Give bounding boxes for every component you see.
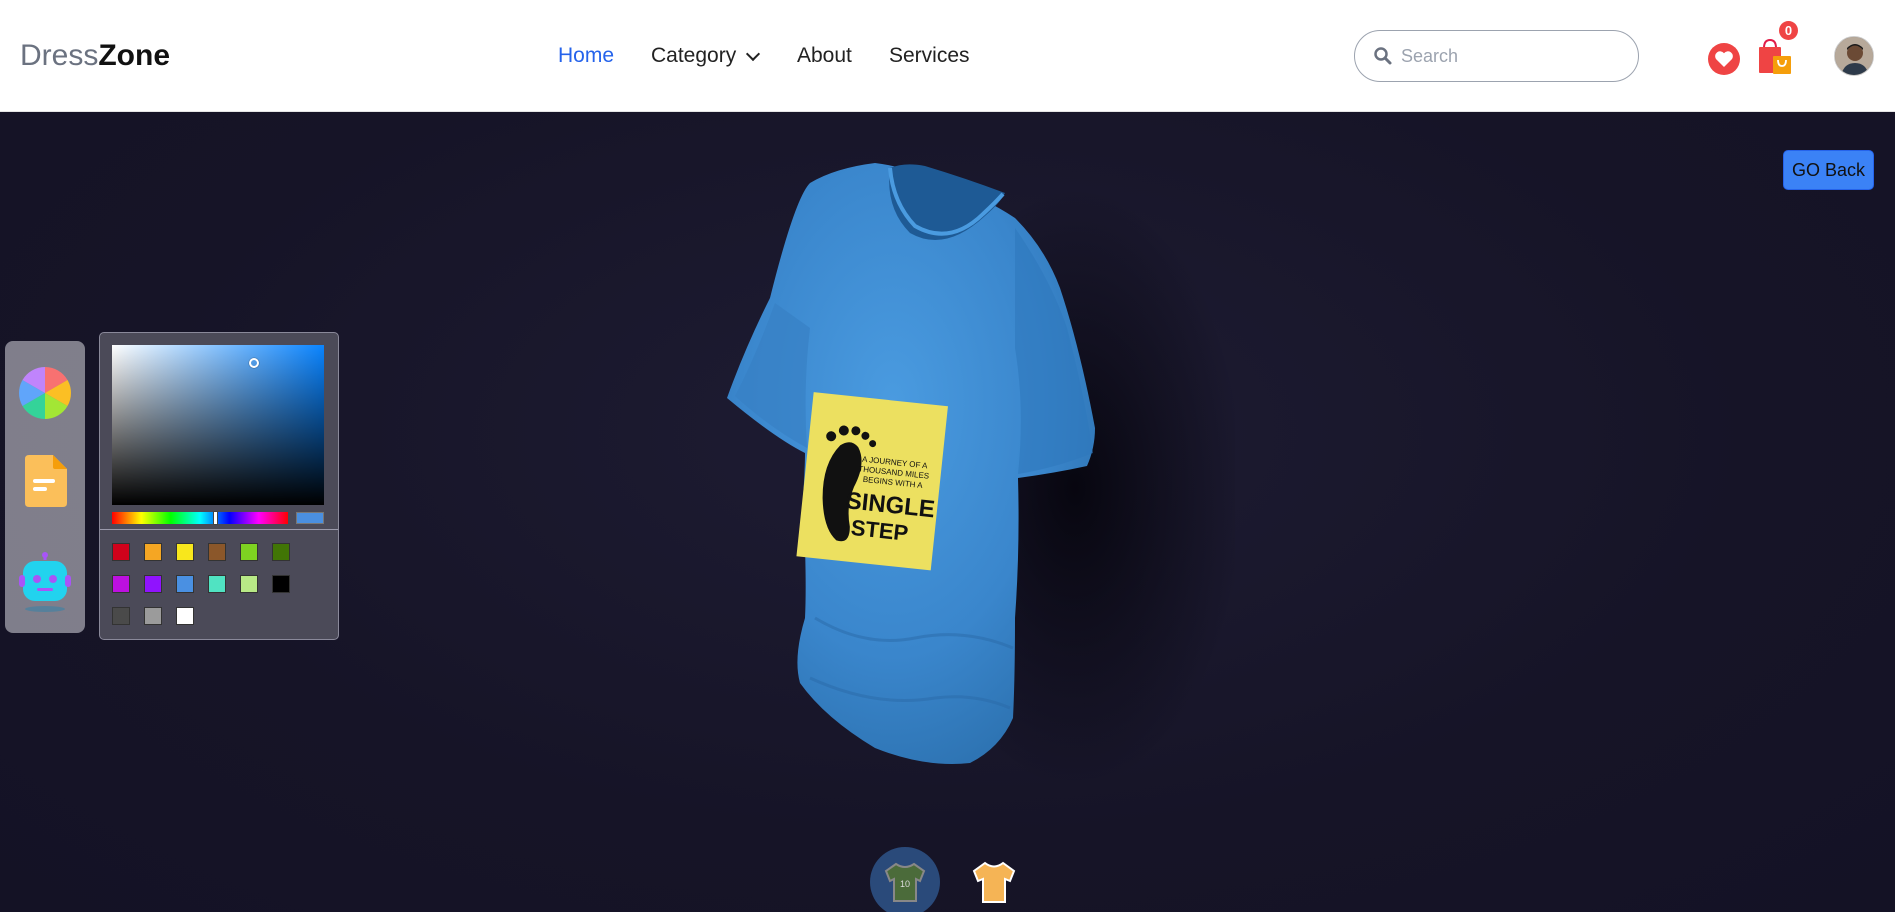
user-avatar[interactable] [1834,36,1874,76]
tshirt-thumbnail-icon: 10 [884,862,926,902]
chevron-down-icon [746,46,761,61]
shopping-bag-icon[interactable] [1754,38,1794,76]
color-swatch[interactable] [176,575,194,593]
color-swatch[interactable] [272,575,290,593]
color-swatch[interactable] [112,543,130,561]
nav-services-link[interactable]: Services [889,44,970,68]
nav-home-link[interactable]: Home [558,44,614,68]
color-swatch[interactable] [112,607,130,625]
logo-light-text: Dress [20,39,99,72]
color-swatch[interactable] [208,543,226,561]
robot-ai-icon[interactable] [17,551,73,615]
svg-text:10: 10 [900,879,910,889]
saturation-cursor[interactable] [249,358,259,368]
color-swatch[interactable] [144,607,162,625]
color-swatch[interactable] [240,543,258,561]
search-bar [1354,30,1639,82]
search-icon [1374,47,1392,65]
color-swatch[interactable] [176,607,194,625]
hue-slider[interactable] [112,511,288,525]
hue-slider-thumb[interactable] [213,511,218,525]
cart-count-badge: 0 [1779,21,1798,40]
nav-about-link[interactable]: About [797,44,852,68]
wishlist-heart-icon[interactable] [1708,43,1740,75]
search-input[interactable] [1401,45,1621,67]
color-picker-panel [99,332,339,640]
color-swatch[interactable] [144,543,162,561]
nav-category-dropdown[interactable]: Category [651,44,761,68]
logo-bold-text: Zone [98,39,171,72]
color-wheel-icon[interactable] [17,365,73,421]
color-swatch[interactable] [272,543,290,561]
picker-divider [100,529,338,530]
file-picker-icon[interactable] [17,453,73,509]
editor-tab-panel [5,341,85,633]
tshirt-decal: A JOURNEY OF A THOUSAND MILES BEGINS WIT… [796,392,948,571]
current-color-preview [296,512,324,524]
go-back-button[interactable]: GO Back [1783,150,1874,190]
tshirt-orange-thumbnail-icon[interactable] [970,860,1018,904]
color-swatch[interactable] [240,575,258,593]
color-swatch[interactable] [112,575,130,593]
color-swatch[interactable] [176,543,194,561]
saturation-area[interactable] [112,345,324,505]
top-navbar: DressZone Home Category About Services 0 [0,0,1895,112]
color-swatch[interactable] [144,575,162,593]
brand-logo[interactable]: DressZone [20,38,170,74]
color-swatch[interactable] [208,575,226,593]
tshirt-3d-model[interactable]: A JOURNEY OF A THOUSAND MILES BEGINS WIT… [715,148,1235,808]
nav-category-label: Category [651,44,737,67]
customizer-canvas: GO Back A JOURNEY OF A THOUSAND MILES BE… [0,112,1895,912]
thumbnail-active[interactable]: 10 [870,847,940,912]
